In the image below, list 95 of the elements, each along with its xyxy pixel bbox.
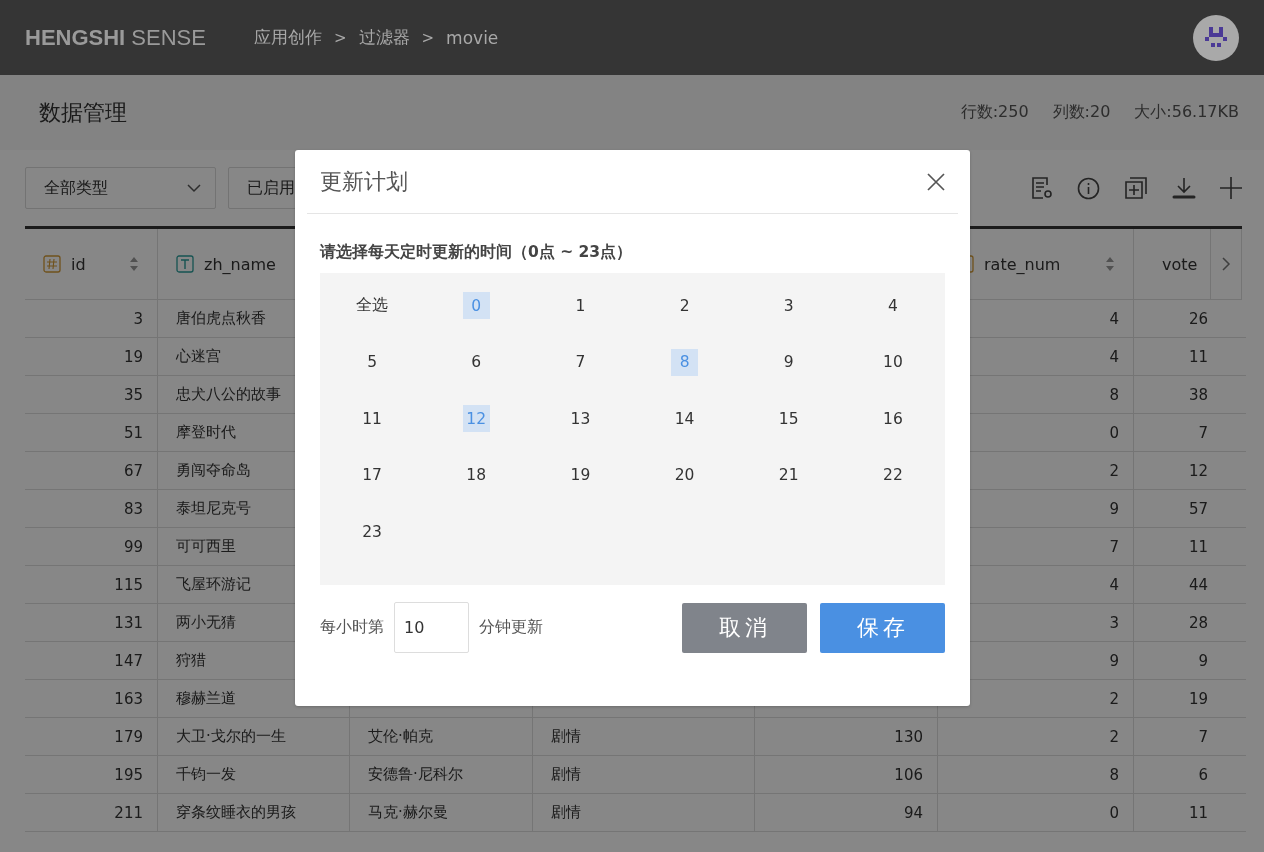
chevron-right-icon <box>1221 257 1231 271</box>
sort-icon[interactable] <box>129 256 139 272</box>
hour-option[interactable]: 18 <box>462 461 490 489</box>
chevron-down-icon <box>187 183 201 193</box>
table-cell: 83 <box>25 490 158 528</box>
table-cell: 2 <box>938 718 1134 756</box>
breadcrumb-separator: > <box>333 28 347 47</box>
hour-option[interactable]: 20 <box>671 461 699 489</box>
hour-option[interactable]: 2 <box>671 292 699 319</box>
table-cell: 195 <box>25 756 158 794</box>
table-cell: 19 <box>25 338 158 376</box>
table-cell: 马克·赫尔曼 <box>350 794 533 832</box>
dialog-title: 更新计划 <box>320 167 408 196</box>
hour-option[interactable]: 6 <box>462 348 490 376</box>
table-cell: 57 <box>1134 490 1210 528</box>
hour-option[interactable]: 5 <box>358 348 386 376</box>
table-cell: 211 <box>25 794 158 832</box>
table-cell: 147 <box>25 642 158 680</box>
table-cell: 131 <box>25 604 158 642</box>
add-icon[interactable] <box>1220 177 1242 199</box>
stat-text: 列数:20 <box>1052 102 1111 123</box>
select-all-option[interactable]: 全选 <box>355 292 390 319</box>
table-cell: 剧情 <box>533 756 755 794</box>
table-cell: 12 <box>1134 452 1210 490</box>
table-cell: 7 <box>1134 414 1210 452</box>
cancel-button[interactable]: 取消 <box>682 602 807 653</box>
hour-option[interactable]: 17 <box>358 461 386 489</box>
table-cell: 67 <box>25 452 158 490</box>
text-type-icon <box>176 255 194 273</box>
table-cell: 千钧一发 <box>158 756 350 794</box>
number-type-icon <box>43 255 61 273</box>
table-cell: 3 <box>25 300 158 338</box>
table-cell: 11 <box>1134 528 1210 566</box>
table-cell: 7 <box>1134 718 1210 756</box>
hour-option[interactable]: 19 <box>566 461 594 489</box>
add-column-icon[interactable] <box>1124 176 1148 200</box>
table-cell: 28 <box>1134 604 1210 642</box>
hour-option[interactable]: 7 <box>566 348 594 376</box>
hour-option[interactable]: 16 <box>879 405 907 432</box>
table-cell: 安德鲁·尼科尔 <box>350 756 533 794</box>
minute-suffix-label: 分钟更新 <box>479 617 543 638</box>
breadcrumb-link[interactable]: movie <box>446 27 499 48</box>
table-cell: 179 <box>25 718 158 756</box>
table-cell: 44 <box>1134 566 1210 604</box>
table-cell: 艾伦·帕克 <box>350 718 533 756</box>
table-cell: 99 <box>25 528 158 566</box>
breadcrumb-link[interactable]: 过滤器 <box>358 26 410 49</box>
hour-option[interactable]: 1 <box>566 292 594 319</box>
close-button[interactable] <box>927 172 945 191</box>
page-title: 数据管理 <box>39 98 127 127</box>
hour-option[interactable]: 4 <box>879 292 907 319</box>
breadcrumb-separator: > <box>421 28 435 47</box>
hour-option[interactable]: 13 <box>566 405 594 432</box>
table-cell: 0 <box>938 794 1134 832</box>
hour-option[interactable]: 9 <box>775 348 803 376</box>
table-cell: 51 <box>25 414 158 452</box>
table-cell: 剧情 <box>533 718 755 756</box>
table-cell: 115 <box>25 566 158 604</box>
hour-option[interactable]: 14 <box>671 405 699 432</box>
minute-input-field[interactable]: 10 <box>394 602 469 653</box>
stat-text: 行数:250 <box>960 102 1029 123</box>
table-cell: 11 <box>1134 794 1210 832</box>
download-icon[interactable] <box>1172 176 1196 200</box>
hour-option[interactable]: 10 <box>879 348 907 376</box>
table-cell: 8 <box>938 756 1134 794</box>
table-cell: 6 <box>1134 756 1210 794</box>
table-cell: 106 <box>755 756 938 794</box>
hour-option[interactable]: 23 <box>358 518 386 545</box>
table-cell: 11 <box>1134 338 1210 376</box>
document-settings-icon[interactable] <box>1031 176 1053 200</box>
table-cell: 26 <box>1134 300 1210 338</box>
table-cell: 大卫·戈尔的一生 <box>158 718 350 756</box>
hour-option[interactable]: 15 <box>775 405 803 432</box>
table-cell: 35 <box>25 376 158 414</box>
hour-option[interactable]: 11 <box>358 405 386 432</box>
hour-option[interactable]: 21 <box>775 461 803 489</box>
table-cell: 9 <box>1134 642 1210 680</box>
user-avatar[interactable] <box>1193 14 1239 61</box>
hour-option[interactable]: 22 <box>879 461 907 489</box>
table-cell: 163 <box>25 680 158 718</box>
table-cell: 19 <box>1134 680 1210 718</box>
filter-dropdown[interactable]: 全部类型 <box>25 167 216 209</box>
table-cell: 穿条纹睡衣的男孩 <box>158 794 350 832</box>
info-icon[interactable] <box>1077 176 1100 200</box>
table-cell: 94 <box>755 794 938 832</box>
table-cell: 剧情 <box>533 794 755 832</box>
column-header[interactable]: id <box>25 229 158 300</box>
table-cell: 38 <box>1134 376 1210 414</box>
hour-option[interactable]: 3 <box>775 292 803 319</box>
app-logo: HENGSHI SENSE <box>25 24 206 51</box>
stat-text: 大小:56.17KB <box>1134 102 1239 123</box>
breadcrumb-link[interactable]: 应用创作 <box>253 26 322 49</box>
sort-icon[interactable] <box>1105 256 1115 272</box>
close-icon <box>927 172 945 191</box>
table-cell: 130 <box>755 718 938 756</box>
